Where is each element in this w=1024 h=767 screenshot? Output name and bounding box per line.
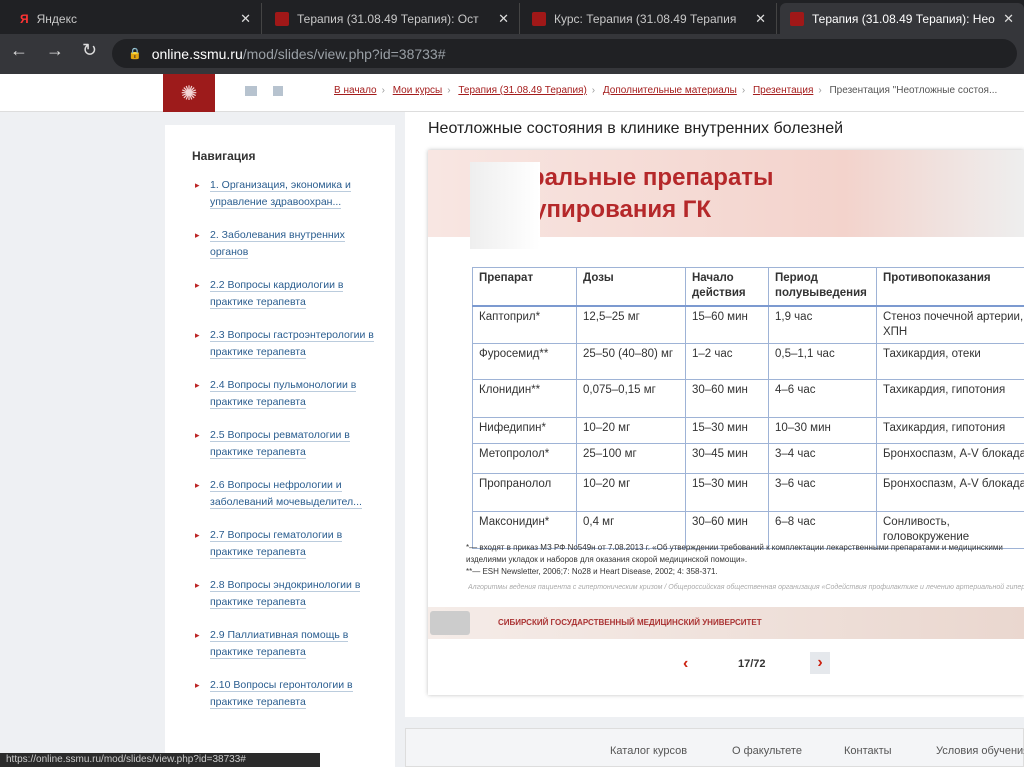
close-icon[interactable]: ✕ xyxy=(240,11,251,27)
nav-item[interactable]: 2.7 Вопросы гематологии в практике терап… xyxy=(165,527,375,561)
stethoscope-image xyxy=(470,162,540,249)
status-bar: https://online.ssmu.ru/mod/slides/view.p… xyxy=(0,753,320,767)
table-cell: Клонидин** xyxy=(472,379,577,418)
table-cell: 25–100 мг xyxy=(576,443,686,474)
table-row: Пропранолол 10–20 мг 15–30 мин 3–6 час Бронх… xyxy=(472,473,1024,512)
slide-footer: СИБИРСКИЙ ГОСУДАРСТВЕННЫЙ МЕДИЦИНСКИЙ УН… xyxy=(428,607,1024,639)
table-cell: Каптоприл* xyxy=(472,305,577,344)
table-cell: 4–6 час xyxy=(768,379,877,418)
footer-about-link[interactable]: О факультете xyxy=(732,745,802,757)
table-cell: 15–60 мин xyxy=(685,305,769,344)
reload-icon[interactable]: ↻ xyxy=(82,40,97,61)
site-footer: Каталог курсов О факультете Контакты Усл… xyxy=(405,728,1024,767)
table-cell: 15–30 мин xyxy=(685,417,769,444)
forward-icon[interactable]: → xyxy=(46,40,64,61)
breadcrumb-course[interactable]: Терапия (31.08.49 Терапия) xyxy=(458,85,586,96)
table-row: Метопролол* 25–100 мг 30–45 мин 3–4 час Брон… xyxy=(472,443,1024,474)
table-cell: 1–2 час xyxy=(685,343,769,380)
footnotes: *— входят в приказ МЗ РФ No549н от 7.08.… xyxy=(466,543,1003,576)
footer-terms-link[interactable]: Условия обучения xyxy=(936,745,1024,757)
next-slide-button[interactable]: › xyxy=(810,652,830,674)
nav-item[interactable]: 2.3 Вопросы гастроэнтерологии в практике… xyxy=(165,327,375,361)
nav-item[interactable]: 2.2 Вопросы кардиологии в практике терап… xyxy=(165,277,375,311)
favicon-icon xyxy=(532,11,546,26)
table-cell: Бронхоспазм, A-V блокада xyxy=(876,473,1024,512)
nav-item[interactable]: 2.4 Вопросы пульмонологии в практике тер… xyxy=(165,377,375,411)
breadcrumb-presentation[interactable]: Презентация xyxy=(753,85,813,96)
calendar-icon[interactable] xyxy=(273,86,283,96)
nav-item[interactable]: 2.8 Вопросы эндокринологии в практике те… xyxy=(165,577,375,611)
table-cell: Метопролол* xyxy=(472,443,577,474)
prev-slide-button[interactable]: ‹ xyxy=(683,655,688,673)
table-cell: 3–4 час xyxy=(768,443,877,474)
table-cell: Тахикардия, гипотония xyxy=(876,417,1024,444)
table-cell: Тахикардия, гипотония xyxy=(876,379,1024,418)
mail-icon[interactable] xyxy=(245,86,257,96)
footer-contacts-link[interactable]: Контакты xyxy=(844,745,892,757)
breadcrumb-home[interactable]: В начало xyxy=(334,85,377,96)
yandex-icon: Я xyxy=(20,11,29,26)
page-counter: 17/72 xyxy=(738,658,766,670)
table-row: Каптоприл* 12,5–25 мг 15–60 мин 1,9 час Стен… xyxy=(472,305,1024,344)
table-cell: 25–50 (40–80) мг xyxy=(576,343,686,380)
tab-yandex[interactable]: Я Яндекс ✕ xyxy=(10,3,262,34)
table-cell: 12,5–25 мг xyxy=(576,305,686,344)
table-cell: Стеноз почечной артерии, ХПН xyxy=(876,305,1024,344)
table-row: Нифедипин* 10–20 мг 15–30 мин 10–30 мин Тахи… xyxy=(472,417,1024,444)
table-cell: 10–30 мин xyxy=(768,417,877,444)
slide: Пероральные препараты для купирования ГК … xyxy=(428,150,1024,695)
close-icon[interactable]: ✕ xyxy=(1003,11,1014,27)
tab-therapy-active[interactable]: Терапия (31.08.49 Терапия): Нео ✕ xyxy=(780,3,1024,34)
table-cell: 15–30 мин xyxy=(685,473,769,512)
table-cell: Фуросемид** xyxy=(472,343,577,380)
address-bar-area: ← → ↻ 🔒 online.ssmu.ru/mod/slides/view.php?… xyxy=(0,34,1024,74)
table-cell: 30–60 мин xyxy=(685,379,769,418)
tab-therapy-1[interactable]: Терапия (31.08.49 Терапия): Ост ✕ xyxy=(265,3,520,34)
table-cell: Тахикардия, отеки xyxy=(876,343,1024,380)
nav-item[interactable]: 2.10 Вопросы геронтологии в практике тер… xyxy=(165,677,375,711)
source-note: Алгоритмы ведения пациента с гипертониче… xyxy=(468,584,1024,591)
breadcrumb-current: Презентация "Неотложные состоя... xyxy=(829,85,998,96)
table-cell: Бронхоспазм, A-V блокада xyxy=(876,443,1024,474)
favicon-icon xyxy=(790,11,804,26)
close-icon[interactable]: ✕ xyxy=(498,11,509,27)
breadcrumb-materials[interactable]: Дополнительные материалы xyxy=(603,85,737,96)
tab-bar: Я Яндекс ✕ Терапия (31.08.49 Терапия): Ост… xyxy=(0,0,1024,34)
slide-header: Пероральные препараты для купирования ГК xyxy=(428,150,1024,249)
site-header: ✺ В начало › Мои курсы › Терапия (31.08.49… xyxy=(0,74,1024,112)
page-title: Неотложные состояния в клинике внутренни… xyxy=(428,120,844,137)
nav-item[interactable]: 2.9 Паллиативная помощь в практике терап… xyxy=(165,627,375,661)
favicon-icon xyxy=(275,11,289,26)
table-cell: Нифедипин* xyxy=(472,417,577,444)
nav-item[interactable]: 2.5 Вопросы ревматологии в практике тера… xyxy=(165,427,375,461)
navigation-block: Навигация 1. Организация, экономика и уп… xyxy=(165,125,395,767)
nav-item[interactable]: 2. Заболевания внутренних органов xyxy=(165,227,375,261)
table-row: Фуросемид** 25–50 (40–80) мг 1–2 час 0,5–1,… xyxy=(472,343,1024,380)
url-input[interactable]: 🔒 online.ssmu.ru/mod/slides/view.php?id=3… xyxy=(112,39,1017,68)
table-header-row: Препарат Дозы Начало действия Период полувы… xyxy=(472,267,1024,307)
nav-item[interactable]: 1. Организация, экономика и управление з… xyxy=(165,177,375,211)
table-cell: 3–6 час xyxy=(768,473,877,512)
table-cell: 1,9 час xyxy=(768,305,877,344)
nav-item[interactable]: 2.6 Вопросы нефрологии и заболеваний моч… xyxy=(165,477,375,511)
close-icon[interactable]: ✕ xyxy=(755,11,766,27)
table-cell: Пропранолол xyxy=(472,473,577,512)
tab-course[interactable]: Курс: Терапия (31.08.49 Терапия ✕ xyxy=(522,3,777,34)
tonometer-image xyxy=(430,611,470,635)
footer-catalog-link[interactable]: Каталог курсов xyxy=(610,745,687,757)
drug-table: Препарат Дозы Начало действия Период полувы… xyxy=(472,267,1024,549)
table-cell: 10–20 мг xyxy=(576,473,686,512)
table-cell: 10–20 мг xyxy=(576,417,686,444)
back-icon[interactable]: ← xyxy=(10,40,28,61)
university-logo[interactable]: ✺ xyxy=(163,74,215,112)
main-content: Неотложные состояния в клинике внутренни… xyxy=(405,112,1024,717)
breadcrumb: В начало › Мои курсы › Терапия (31.08.49 Т… xyxy=(334,85,998,96)
table-row: Клонидин** 0,075–0,15 мг 30–60 мин 4–6 час Т… xyxy=(472,379,1024,418)
lock-icon: 🔒 xyxy=(128,48,142,60)
table-cell: 30–45 мин xyxy=(685,443,769,474)
navigation-title: Навигация xyxy=(192,149,256,163)
breadcrumb-my-courses[interactable]: Мои курсы xyxy=(393,85,443,96)
table-cell: 0,5–1,1 час xyxy=(768,343,877,380)
table-cell: 0,075–0,15 мг xyxy=(576,379,686,418)
